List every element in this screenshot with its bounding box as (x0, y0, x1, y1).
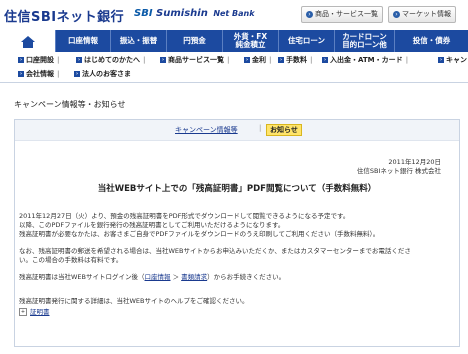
subnav-campaign[interactable]: › キャン (438, 55, 467, 65)
notice-para3-arrow: ＞ (170, 273, 182, 281)
nav-mortgage[interactable]: 住宅ローン (279, 30, 335, 52)
products-services-label: 商品・サービス一覧 (315, 10, 378, 18)
nav-card-loan[interactable]: カードローン 目的ローン他 (335, 30, 395, 52)
subnav-corporate[interactable]: › 法人のお客さま (74, 69, 131, 79)
account-info-link[interactable]: 口座情報 (145, 273, 171, 281)
products-services-link[interactable]: › 商品・サービス一覧 (301, 6, 383, 23)
market-info-label: マーケット情報 (402, 10, 451, 18)
arrow-square-icon: › (244, 57, 250, 63)
logo-sumishin-text: Sumishin (156, 8, 208, 19)
page-title: キャンペーン情報等・お知らせ (14, 100, 126, 109)
logo-sbi-text: SBI (134, 8, 153, 19)
nav-transfer[interactable]: 振込・振替 (111, 30, 167, 52)
bank-logo-en[interactable]: SBI Sumishin Net Bank (134, 8, 255, 19)
arrow-square-icon: › (322, 57, 328, 63)
notice-org: 住信SBIネット銀行 株式会社 (356, 167, 441, 175)
notice-para1-line3: 残高証明書が必要なかたは、お客さまご自身でPDFファイルをダウンロードのうえ印刷… (19, 230, 380, 238)
subnav-products[interactable]: › 商品サービス一覧 | (160, 55, 230, 65)
subnav-label: 口座開設 (26, 56, 54, 64)
notice-para3: 残高証明書は当社WEBサイトログイン後（口座情報 ＞ 書類請求）からお手続きくだ… (19, 273, 285, 282)
nav-investment[interactable]: 投信・債券 (395, 30, 468, 52)
notice-headline: 当社WEBサイト上での「残高証明書」PDF閲覧について（手数料無料） (97, 184, 377, 194)
subnav-label: 入出金・ATM・カード (330, 56, 403, 64)
header-logo-bar: 住信SBIネット銀行 SBI Sumishin Net Bank › 商品・サービ… (0, 0, 468, 30)
bank-logo-jp[interactable]: 住信SBIネット銀行 (4, 6, 124, 25)
subnav-label: 法人のお客さま (82, 70, 131, 78)
notice-para3-prefix: 残高証明書は当社WEBサイトログイン後（ (19, 273, 145, 281)
notice-panel: キャンペーン情報等 | お知らせ 2011年12月20日 住信SBIネット銀行 … (14, 119, 460, 347)
main-nav: 口座情報 振込・振替 円預金 外貨・FX 純金積立 住宅ローン カードローン 目… (0, 30, 468, 52)
tab-campaign[interactable]: キャンペーン情報等 (175, 125, 238, 135)
document-request-link[interactable]: 書類請求 (181, 273, 207, 281)
arrow-square-icon: › (160, 57, 166, 63)
plus-box-icon: + (19, 308, 27, 316)
subnav-beginners[interactable]: › はじめてのかたへ | (76, 55, 146, 65)
subnav-rates[interactable]: › 金利 | (244, 55, 272, 65)
notice-para2-line2: い。この場合の手数料は有料です。 (19, 256, 123, 264)
arrow-square-icon: › (74, 71, 80, 77)
logo-netbank-text: Net Bank (213, 9, 255, 18)
tab-separator: | (259, 124, 262, 132)
nav-home[interactable] (0, 30, 56, 52)
subnav-company[interactable]: › 会社情報 | (18, 69, 60, 79)
subnav-label: キャン (446, 56, 467, 64)
arrow-square-icon: › (18, 57, 24, 63)
subnav-label: 金利 (252, 56, 266, 64)
arrow-circle-icon: › (393, 10, 400, 18)
notice-para4: 残高証明書発行に関する詳細は、当社WEBサイトのヘルプをご確認ください。 (19, 297, 249, 305)
notice-para1-line1: 2011年12月27日（火）より、預金の残高証明書をPDF形式でダウンロードして… (19, 212, 350, 220)
notice-para2-line1: なお、残高証明書の郵送を希望される場合は、当社WEBサイトからお申込みいただくか… (19, 247, 411, 255)
subnav-atm-card[interactable]: › 入出金・ATM・カード | (322, 55, 408, 65)
subnav-label: 商品サービス一覧 (168, 56, 224, 64)
arrow-square-icon: › (278, 57, 284, 63)
arrow-circle-icon: › (306, 10, 313, 18)
nav-yen-deposit[interactable]: 円預金 (167, 30, 223, 52)
help-link-row[interactable]: + 証明書 (19, 308, 50, 317)
nav-forex[interactable]: 外貨・FX 純金積立 (223, 30, 279, 52)
arrow-square-icon: › (18, 71, 24, 77)
subnav-label: はじめてのかたへ (84, 56, 140, 64)
subnav-open-account[interactable]: › 口座開設 | (18, 55, 60, 65)
subnav-label: 手数料 (286, 56, 307, 64)
sub-nav: › 口座開設 | › はじめてのかたへ | › 商品サービス一覧 | › 金利 | › 手数料 | … (0, 52, 468, 83)
subnav-fees[interactable]: › 手数料 | (278, 55, 313, 65)
certificate-help-link[interactable]: 証明書 (30, 308, 50, 316)
arrow-square-icon: › (438, 57, 444, 63)
market-info-link[interactable]: › マーケット情報 (388, 6, 456, 23)
arrow-square-icon: › (76, 57, 82, 63)
notice-para1-line2: 以降、このPDFファイルを銀行発行の残高証明書としてご利用いただけるようになりま… (19, 221, 285, 229)
notice-tabbar: キャンペーン情報等 | お知らせ (15, 120, 459, 141)
subnav-label: 会社情報 (26, 70, 54, 78)
tab-notice[interactable]: お知らせ (266, 124, 302, 136)
nav-account-info[interactable]: 口座情報 (56, 30, 111, 52)
home-icon (20, 36, 35, 48)
notice-para3-suffix: ）からお手続きください。 (207, 273, 286, 281)
